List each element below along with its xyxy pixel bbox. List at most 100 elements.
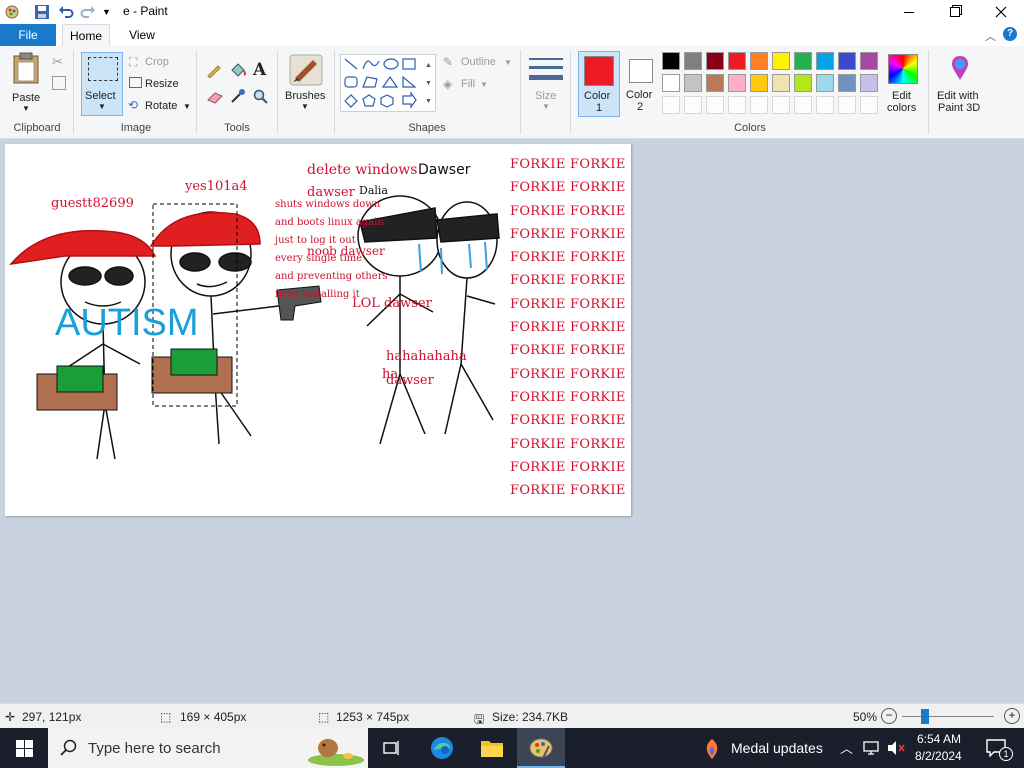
palette-swatch[interactable] (860, 74, 878, 92)
collapse-ribbon-icon[interactable]: ︿ (985, 28, 996, 44)
paint-taskbar-button[interactable] (517, 728, 565, 768)
palette-empty-swatch[interactable] (662, 96, 680, 114)
palette-swatch[interactable] (838, 74, 856, 92)
undo-icon[interactable] (58, 4, 74, 20)
ribbon-separator (520, 50, 521, 134)
palette-swatch[interactable] (706, 52, 724, 70)
crop-button[interactable]: Crop (145, 56, 169, 68)
select-button[interactable]: Select ▼ (81, 52, 123, 116)
color1-swatch (584, 56, 614, 86)
task-view-button[interactable] (372, 728, 412, 768)
palette-swatch[interactable] (728, 74, 746, 92)
palette-empty-swatch[interactable] (750, 96, 768, 114)
palette-swatch[interactable] (794, 52, 812, 70)
tools-group-label: Tools (224, 122, 250, 134)
ribbon-tabs: File Home View ︿ ? (0, 24, 1024, 47)
palette-swatch[interactable] (860, 52, 878, 70)
palette-swatch[interactable] (684, 52, 702, 70)
zoom-slider-thumb[interactable] (921, 709, 929, 724)
cut-icon[interactable]: ✂ (52, 54, 63, 70)
drawing-canvas[interactable]: guestt82699 yes101a4 delete windows Daws… (5, 144, 631, 516)
fill-button[interactable]: Fill (461, 78, 475, 90)
forkie-line: FORKIE FORKIE (510, 320, 626, 336)
palette-swatch[interactable] (706, 74, 724, 92)
palette-empty-swatch[interactable] (816, 96, 834, 114)
edit-colors-line1: Edit (892, 90, 911, 102)
svg-text:▼: ▼ (425, 98, 432, 105)
file-explorer-taskbar-button[interactable] (472, 728, 512, 768)
clock-date[interactable]: 8/2/2024 (915, 749, 962, 763)
tab-file[interactable]: File (0, 24, 56, 46)
palette-empty-swatch[interactable] (860, 96, 878, 114)
forkie-line: FORKIE FORKIE (510, 436, 626, 452)
zoom-slider[interactable] (902, 709, 994, 724)
palette-empty-swatch[interactable] (794, 96, 812, 114)
fill-icon: ◈ (443, 77, 453, 91)
copy-icon[interactable] (52, 76, 66, 90)
forkie-line: FORKIE FORKIE (510, 343, 626, 359)
save-icon[interactable] (34, 4, 50, 20)
zoom-in-button[interactable]: + (1004, 708, 1020, 724)
help-icon[interactable]: ? (1003, 27, 1017, 41)
rotate-dropdown-icon: ▼ (183, 102, 191, 111)
eraser-icon[interactable] (206, 90, 224, 104)
paint-app-icon[interactable] (4, 4, 20, 20)
customize-qat-icon[interactable]: ▼ (102, 4, 112, 20)
paste-button[interactable]: Paste ▼ (6, 50, 46, 113)
notification-center-button[interactable]: 1 (982, 728, 1018, 768)
minimize-button[interactable] (886, 0, 932, 24)
palette-swatch[interactable] (750, 74, 768, 92)
outline-button[interactable]: Outline (461, 56, 496, 68)
start-button[interactable] (0, 728, 48, 768)
size-button[interactable]: Size ▼ (527, 52, 565, 114)
edit-colors-button[interactable]: Edit colors (884, 50, 922, 116)
palette-swatch[interactable] (794, 74, 812, 92)
clock-time[interactable]: 6:54 AM (917, 732, 961, 746)
network-icon[interactable] (862, 740, 880, 756)
palette-swatch[interactable] (816, 52, 834, 70)
edge-taskbar-button[interactable] (422, 728, 462, 768)
taskbar-search-box[interactable]: Type here to search (48, 728, 368, 768)
restore-button[interactable] (932, 0, 978, 24)
color-picker-icon[interactable] (230, 88, 246, 104)
palette-swatch[interactable] (684, 74, 702, 92)
color2-button[interactable]: Color 2 (622, 51, 660, 117)
label-yes: yes101a4 (185, 179, 248, 194)
resize-button[interactable]: Resize (145, 78, 179, 90)
fill-bucket-icon[interactable] (229, 62, 247, 78)
palette-empty-swatch[interactable] (706, 96, 724, 114)
tab-home[interactable]: Home (62, 24, 110, 47)
palette-swatch[interactable] (662, 52, 680, 70)
edit-with-paint3d-button[interactable]: Edit with Paint 3D (934, 50, 986, 116)
tray-chevron-icon[interactable]: ︿ (840, 738, 853, 757)
volume-muted-icon[interactable] (886, 740, 906, 756)
text-tool-icon[interactable]: A (253, 60, 266, 80)
palette-swatch[interactable] (750, 52, 768, 70)
pencil-icon[interactable] (206, 62, 222, 78)
magnifier-icon[interactable] (253, 89, 269, 105)
palette-empty-swatch[interactable] (728, 96, 746, 114)
color1-button[interactable]: Color 1 (578, 51, 620, 117)
palette-swatch[interactable] (816, 74, 834, 92)
palette-swatch[interactable] (728, 52, 746, 70)
medal-icon[interactable] (702, 738, 722, 760)
palette-swatch[interactable] (772, 52, 790, 70)
palette-swatch[interactable] (662, 74, 680, 92)
close-button[interactable] (978, 0, 1024, 24)
rotate-button[interactable]: Rotate (145, 100, 177, 112)
brushes-button[interactable]: Brushes ▼ (284, 52, 328, 114)
tab-view[interactable]: View (116, 24, 168, 46)
palette-empty-swatch[interactable] (772, 96, 790, 114)
ribbon-separator (73, 50, 74, 134)
medal-updates-label[interactable]: Medal updates (731, 740, 823, 756)
rotate-icon: ⟲ (128, 98, 139, 112)
redo-icon[interactable] (80, 4, 96, 20)
palette-empty-swatch[interactable] (838, 96, 856, 114)
folder-icon (481, 741, 503, 757)
palette-swatch[interactable] (772, 74, 790, 92)
zoom-out-button[interactable]: − (881, 708, 897, 724)
minimize-icon (904, 11, 914, 13)
palette-swatch[interactable] (838, 52, 856, 70)
shapes-gallery[interactable]: ▲ ▼ ▼ (340, 54, 436, 112)
palette-empty-swatch[interactable] (684, 96, 702, 114)
